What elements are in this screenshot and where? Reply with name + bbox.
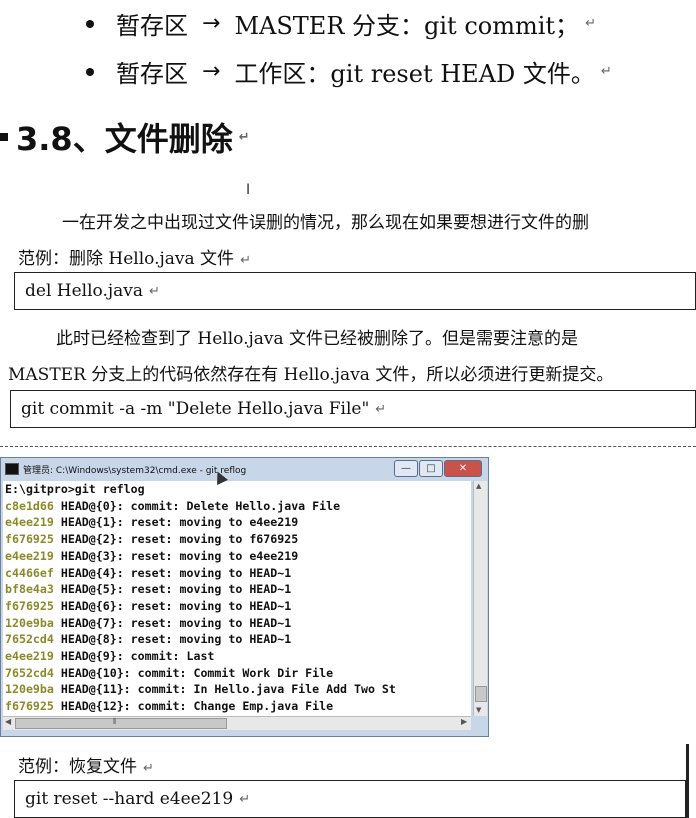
- paragraph-mark-icon: ↵: [149, 283, 160, 299]
- cmd-line: f676925 HEAD@{2}: reset: moving to f6769…: [3, 531, 471, 548]
- cmd-titlebar[interactable]: 管理员: C:\Windows\system32\cmd.exe - git r…: [1, 458, 488, 480]
- explain-line-2: MASTER 分支上的代码依然存在有 Hello.java 文件，所以必须进行更…: [8, 365, 614, 385]
- explain-line-1: 此时已经检查到了 Hello.java 文件已经被删除了。但是需要注意的是: [56, 329, 579, 349]
- reflog-entry: HEAD@{7}: reset: moving to HEAD~1: [53, 615, 292, 630]
- example2-label: 范例：恢复文件 ↵: [18, 752, 154, 777]
- window-controls: — □ ✕: [393, 460, 482, 477]
- bullet-icon: [86, 19, 94, 28]
- close-button[interactable]: ✕: [444, 460, 482, 477]
- commit-hash: c4466ef: [5, 565, 54, 580]
- cmd-line: f676925 HEAD@{12}: commit: Change Emp.ja…: [3, 698, 471, 715]
- reflog-entry: HEAD@{11}: commit: In Hello.java File Ad…: [53, 682, 396, 697]
- example1-label: 范例：删除 Hello.java 文件 ↵: [18, 244, 251, 269]
- reflog-entry: HEAD@{5}: reset: moving to HEAD~1: [53, 582, 292, 597]
- bullet-left: 暂存区: [116, 60, 188, 88]
- reflog-entry: HEAD@{9}: commit: Last: [53, 649, 215, 664]
- paragraph-mark-icon: ↵: [375, 401, 387, 417]
- paragraph-mark-icon: ↵: [600, 64, 612, 79]
- paragraph-mark-icon: ↵: [240, 253, 251, 268]
- commit-hash: 7652cd4: [5, 665, 54, 680]
- bullet-item-2: 暂存区 → 工作区：git reset HEAD 文件。 ↵: [86, 54, 612, 89]
- bullet-item-1: 暂存区 → MASTER 分支：git commit； ↵: [86, 6, 596, 41]
- reflog-entry: HEAD@{6}: reset: moving to HEAD~1: [53, 598, 292, 613]
- cmd-line: 7652cd4 HEAD@{10}: commit: Commit Work D…: [3, 665, 471, 682]
- vertical-scrollbar[interactable]: ▲ ▼: [473, 481, 487, 716]
- cmd-line: 120e9ba HEAD@{7}: reset: moving to HEAD~…: [3, 615, 471, 632]
- bullet-left: 暂存区: [116, 12, 188, 40]
- heading-marker-icon: [0, 133, 8, 141]
- cmd-line: c4466ef HEAD@{4}: reset: moving to HEAD~…: [3, 565, 471, 582]
- table-border: [686, 744, 689, 818]
- right-arrow-icon: →: [202, 59, 221, 84]
- code-box-reset: git reset --hard e4ee219 ↵: [14, 780, 686, 818]
- bullet-icon: [86, 67, 94, 76]
- commit-hash: f676925: [5, 699, 54, 714]
- horizontal-scrollbar[interactable]: ◀ ⦀ ▶: [3, 716, 471, 730]
- reflog-entry: HEAD@{10}: commit: Commit Work Dir File: [53, 665, 334, 680]
- text-cursor-icon: I: [246, 182, 251, 198]
- cmd-window: 管理员: C:\Windows\system32\cmd.exe - git r…: [0, 457, 489, 737]
- commit-hash: f676925: [5, 598, 54, 613]
- commit-hash: bf8e4a3: [5, 582, 54, 597]
- code-commit: git commit -a -m "Delete Hello.java File…: [21, 399, 370, 419]
- commit-hash: e4ee219: [5, 515, 54, 530]
- cmd-line: c8e1d66 HEAD@{0}: commit: Delete Hello.j…: [3, 498, 471, 515]
- bullet-right: 工作区：git reset HEAD 文件。: [234, 60, 595, 88]
- cmd-line: 120e9ba HEAD@{11}: commit: In Hello.java…: [3, 681, 471, 698]
- commit-hash: 120e9ba: [5, 682, 54, 697]
- paragraph-mark-icon: ↵: [585, 16, 596, 31]
- reflog-entry: HEAD@{4}: reset: moving to HEAD~1: [53, 565, 292, 580]
- heading-text: 3.8、文件删除: [16, 120, 233, 158]
- commit-hash: 120e9ba: [5, 615, 54, 630]
- scroll-right-icon[interactable]: ▶: [461, 717, 467, 726]
- cmd-prompt: E:\gitpro>git reflog: [5, 482, 145, 496]
- page-break-line: [0, 446, 696, 447]
- minimize-button[interactable]: —: [394, 460, 418, 477]
- scroll-down-icon[interactable]: ▼: [476, 706, 481, 714]
- section-heading: 3.8、文件删除 ↵: [0, 114, 250, 160]
- commit-hash: f676925: [5, 532, 54, 547]
- intro-text: 一在开发之中出现过文件误删的情况，那么现在如果要想进行文件的删: [62, 213, 589, 233]
- commit-hash: c8e1d66: [5, 498, 54, 513]
- scroll-thumb[interactable]: [475, 686, 487, 702]
- scroll-up-icon[interactable]: ▲: [476, 482, 481, 490]
- reflog-entry: HEAD@{0}: commit: Delete Hello.java File: [53, 498, 341, 513]
- reflog-entry: HEAD@{12}: commit: Change Emp.java File: [53, 699, 334, 714]
- reflog-entry: HEAD@{1}: reset: moving to e4ee219: [53, 515, 299, 530]
- cmd-line: e4ee219 HEAD@{1}: reset: moving to e4ee2…: [3, 514, 471, 531]
- right-arrow-icon: →: [202, 11, 221, 36]
- commit-hash: 7652cd4: [5, 632, 54, 647]
- code-box-commit: git commit -a -m "Delete Hello.java File…: [10, 390, 696, 428]
- example1-label-text: 范例：删除 Hello.java 文件: [18, 249, 235, 269]
- reflog-entry: HEAD@{2}: reset: moving to f676925: [53, 532, 299, 547]
- maximize-button[interactable]: □: [419, 460, 443, 477]
- bullet-right: MASTER 分支：git commit；: [234, 12, 580, 40]
- paragraph-mark-icon: ↵: [239, 791, 251, 807]
- paragraph-mark-icon: ↵: [238, 129, 250, 145]
- commit-hash: e4ee219: [5, 548, 54, 563]
- cmd-icon: [5, 463, 19, 475]
- cmd-line: e4ee219 HEAD@{3}: reset: moving to e4ee2…: [3, 548, 471, 565]
- cmd-line: 7652cd4 HEAD@{8}: reset: moving to HEAD~…: [3, 631, 471, 648]
- code-del: del Hello.java: [25, 281, 144, 301]
- scroll-left-icon[interactable]: ◀: [5, 717, 11, 726]
- commit-hash: e4ee219: [5, 649, 54, 664]
- reflog-entry: HEAD@{3}: reset: moving to e4ee219: [53, 548, 299, 563]
- grip-icon: ⦀: [113, 717, 117, 726]
- reflog-entry: HEAD@{8}: reset: moving to HEAD~1: [53, 632, 292, 647]
- paragraph-mark-icon: ↵: [143, 761, 154, 776]
- code-box-del: del Hello.java ↵: [14, 272, 696, 310]
- cmd-line: e4ee219 HEAD@{9}: commit: Last: [3, 648, 471, 665]
- example2-label-text: 范例：恢复文件: [18, 757, 137, 777]
- code-reset: git reset --hard e4ee219: [25, 789, 234, 809]
- h-scroll-thumb[interactable]: [15, 718, 227, 729]
- cmd-line: bf8e4a3 HEAD@{5}: reset: moving to HEAD~…: [3, 581, 471, 598]
- cmd-line: f676925 HEAD@{6}: reset: moving to HEAD~…: [3, 598, 471, 615]
- cmd-output[interactable]: E:\gitpro>git reflog c8e1d66 HEAD@{0}: c…: [3, 481, 471, 716]
